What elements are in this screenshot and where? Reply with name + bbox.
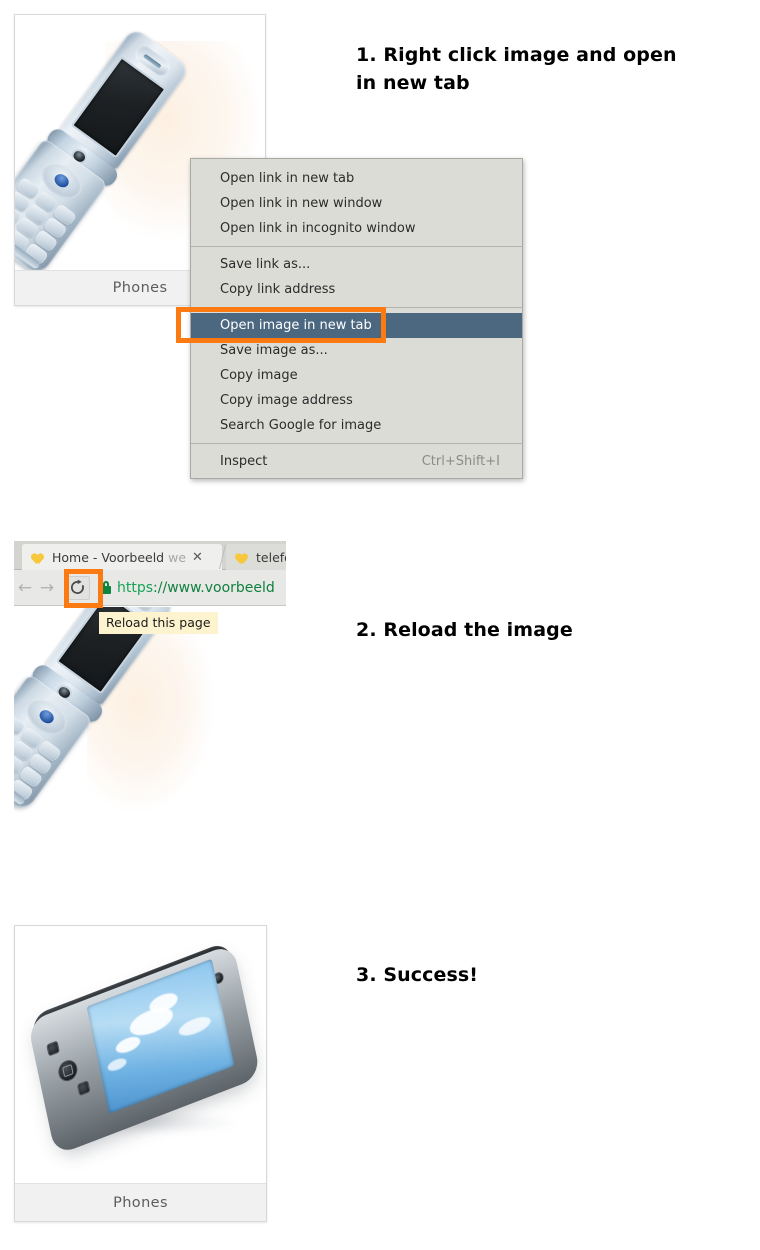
menu-group-link-save: Save link as... Copy link address [191,250,522,304]
menu-item-open-link-incognito[interactable]: Open link in incognito window [191,216,522,241]
back-icon[interactable]: ← [14,578,36,598]
tooltip-reload-this-page: Reload this page [99,612,218,634]
menu-item-save-link-as[interactable]: Save link as... [191,252,522,277]
browser-toolbar: ← → https://www.voorbeeld [14,570,286,606]
flip-phone-illustration-step2 [14,607,218,840]
menu-separator [191,246,522,247]
forward-icon[interactable]: → [36,578,58,598]
menu-item-inspect-shortcut: Ctrl+Shift+I [421,454,500,469]
menu-group-inspect: Inspect Ctrl+Shift+I [191,447,522,478]
menu-item-inspect-label: Inspect [220,454,268,469]
step-2-heading: 2. Reload the image [356,619,573,641]
step-3-heading: 3. Success! [356,964,479,986]
address-bar[interactable]: https://www.voorbeeld [100,576,286,600]
tutorial-page: 1. Right click image and open in new tab [0,0,760,1250]
close-icon[interactable]: ✕ [192,551,203,564]
product-card-smartphone[interactable]: Phones [14,925,267,1222]
menu-item-copy-image[interactable]: Copy image [191,363,522,388]
heart-icon [32,551,45,564]
browser-tab-home[interactable]: Home - Voorbeeld we ✕ [22,544,222,570]
browser-tab-strip: Home - Voorbeeld we ✕ telefoo [14,541,286,570]
menu-separator [191,443,522,444]
highlight-box-open-image-in-new-tab [176,307,386,343]
menu-item-copy-link-address[interactable]: Copy link address [191,277,522,302]
step-1-heading: 1. Right click image and open in new tab [356,44,677,94]
menu-item-inspect[interactable]: Inspect Ctrl+Shift+I [191,449,522,474]
address-bar-url: https://www.voorbeeld [117,579,275,596]
browser-window-chrome: Home - Voorbeeld we ✕ telefoo ← → [14,541,286,607]
browser-tab-home-title: Home - Voorbeeld we [52,549,187,565]
menu-item-search-google-for-image[interactable]: Search Google for image [191,413,522,438]
menu-item-copy-image-address[interactable]: Copy image address [191,388,522,413]
menu-group-link-open: Open link in new tab Open link in new wi… [191,164,522,243]
menu-item-open-link-new-tab[interactable]: Open link in new tab [191,166,522,191]
smartphone-illustration [15,926,266,1183]
menu-item-open-link-new-window[interactable]: Open link in new window [191,191,522,216]
heart-icon [236,551,249,564]
reloaded-image-area[interactable] [14,607,218,840]
browser-tab-telefoon-title: telefoo [256,549,286,565]
product-card-caption: Phones [15,1183,266,1221]
product-image-smartphone[interactable] [15,926,266,1183]
highlight-box-reload-button [64,569,103,608]
browser-tab-telefoon[interactable]: telefoo [226,544,286,570]
